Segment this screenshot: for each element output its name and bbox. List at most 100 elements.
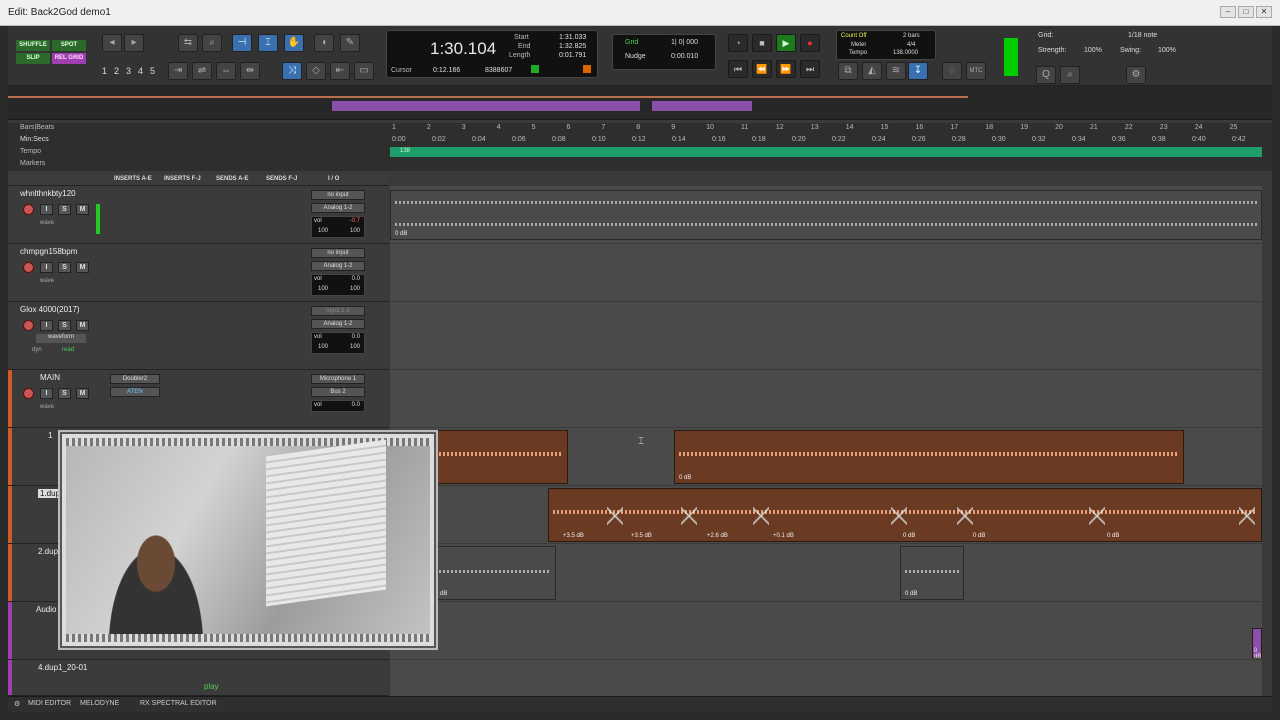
clip-gain[interactable]: 0 dB: [435, 591, 447, 597]
volume-pan-box[interactable]: vol -0.7 100 100: [311, 216, 365, 238]
keyboard-focus-icon[interactable]: ◇: [306, 62, 326, 80]
output-selector[interactable]: Analog 1-2: [311, 261, 365, 271]
crossfade[interactable]: [681, 489, 697, 541]
swing-value[interactable]: 100%: [1158, 47, 1176, 54]
zoom-preset-4[interactable]: 4: [135, 66, 146, 78]
trim-tool-icon[interactable]: ⊣: [232, 34, 252, 52]
track-whnlthnkbty120[interactable]: whnlthnkbty120 I S M wave no input Analo…: [8, 186, 388, 244]
track-name[interactable]: Audio 2: [36, 605, 63, 614]
output-selector[interactable]: Analog 1-2: [311, 203, 365, 213]
count-bars[interactable]: 2 bars: [903, 33, 920, 39]
dock-settings-icon[interactable]: ⚙: [14, 700, 20, 708]
crossfade[interactable]: [1239, 489, 1255, 541]
track-name[interactable]: MAIN: [40, 373, 60, 382]
track-glox-4000[interactable]: Glox 4000(2017) I S M waveform dyn read …: [8, 302, 388, 370]
view-selector[interactable]: wave: [40, 404, 54, 410]
zoom-preset-5[interactable]: 5: [147, 66, 158, 78]
input-monitor-button[interactable]: I: [40, 262, 53, 273]
lane-chmpgn158bpm[interactable]: [390, 244, 1262, 302]
midi-merge-icon[interactable]: ↧: [908, 62, 928, 80]
automation-mode[interactable]: read: [62, 347, 74, 353]
end-value[interactable]: 1:32.825: [559, 43, 586, 50]
track-name[interactable]: whnlthnkbty120: [20, 189, 76, 198]
quantize-icon[interactable]: Q: [1036, 66, 1056, 84]
audio-clip[interactable]: [430, 430, 568, 484]
clip-gain[interactable]: 0 dB: [973, 533, 985, 539]
clip-gain[interactable]: +3.5 dB: [563, 533, 584, 539]
record-button[interactable]: ●: [800, 34, 820, 52]
tab-rx-spectral-editor[interactable]: RX SPECTRAL EDITOR: [140, 700, 217, 707]
lane-1[interactable]: 0 dB ⌶: [390, 428, 1262, 486]
nudge-value[interactable]: 0:00.010: [671, 53, 698, 60]
grid-mode-button[interactable]: REL GRID: [52, 53, 86, 64]
length-value[interactable]: 0:01.791: [559, 52, 586, 59]
selector-tool-icon[interactable]: ⌶: [258, 34, 278, 52]
spot-mode-button[interactable]: SPOT: [52, 40, 86, 51]
automation-param[interactable]: dyn: [32, 347, 42, 353]
track-4-dup1[interactable]: 4.dup1_20-01: [8, 660, 388, 696]
solo-button[interactable]: S: [58, 388, 71, 399]
start-value[interactable]: 1:31.033: [559, 34, 586, 41]
input-monitor-button[interactable]: I: [40, 204, 53, 215]
clip-gain[interactable]: 0 dB: [1107, 533, 1119, 539]
zoom-preset-2[interactable]: 2: [111, 66, 122, 78]
conductor-icon[interactable]: ≋: [886, 62, 906, 80]
clip-gain[interactable]: +3.5 dB: [631, 533, 652, 539]
input-selector[interactable]: no input: [311, 248, 365, 258]
close-button[interactable]: ✕: [1256, 6, 1272, 18]
return-to-zero-button[interactable]: ⏮: [728, 60, 748, 78]
solo-button[interactable]: S: [58, 204, 71, 215]
pencil-tool-icon[interactable]: ✎: [340, 34, 360, 52]
crossfade[interactable]: [607, 489, 623, 541]
grid-label[interactable]: Grid: [625, 39, 638, 46]
lane-audio-2[interactable]: 0 dB: [390, 602, 1262, 660]
maximize-button[interactable]: □: [1238, 6, 1254, 18]
nudge-label[interactable]: Nudge: [625, 53, 646, 60]
input-monitor-button[interactable]: I: [40, 320, 53, 331]
minimize-button[interactable]: –: [1220, 6, 1236, 18]
shuffle-mode-button[interactable]: SHUFFLE: [16, 40, 50, 51]
record-arm-button[interactable]: [23, 320, 34, 331]
audio-clip[interactable]: +3.5 dB +3.5 dB +2.6 dB +0.1 dB 0 dB 0 d…: [548, 488, 1262, 542]
mtc-button[interactable]: MTC: [966, 62, 986, 80]
clip-gain[interactable]: 0 dB: [905, 591, 917, 597]
tempo-ruler-bar[interactable]: 138: [390, 147, 1262, 157]
q-grid-value[interactable]: 1/18 note: [1128, 32, 1157, 39]
mute-button[interactable]: M: [76, 320, 89, 331]
track-name[interactable]: 1: [48, 431, 52, 440]
meter-value[interactable]: 4/4: [907, 42, 915, 48]
input-selector[interactable]: Input 1-2: [311, 306, 365, 316]
link-track-icon[interactable]: ⇹: [240, 62, 260, 80]
record-arm-button[interactable]: [23, 204, 34, 215]
volume-pan-box[interactable]: vol 0.0 100 100: [311, 274, 365, 296]
mute-button[interactable]: M: [76, 262, 89, 273]
track-chmpgn158bpm[interactable]: chmpgn158bpm I S M wave no input Analog …: [8, 244, 388, 302]
mute-button[interactable]: M: [76, 204, 89, 215]
main-counter-time[interactable]: 1:30.104: [430, 39, 496, 59]
loop-icon[interactable]: ⧉: [838, 62, 858, 80]
lane-2-dup1[interactable]: 0 dB 0 dB: [390, 544, 1262, 602]
scrubber-tool-icon[interactable]: ◖: [314, 34, 334, 52]
solo-button[interactable]: S: [58, 262, 71, 273]
track-name[interactable]: 4.dup1_20-01: [38, 663, 87, 672]
track-name[interactable]: 2.dup1: [38, 547, 62, 556]
metronome-icon[interactable]: ◭: [862, 62, 882, 80]
waveform-view-icon[interactable]: ▭: [354, 62, 374, 80]
lane-main[interactable]: [390, 370, 1262, 428]
grid-value[interactable]: 1| 0| 000: [671, 39, 698, 46]
tab-to-transient-icon[interactable]: ⇥: [168, 62, 188, 80]
stop-button[interactable]: ■: [752, 34, 772, 52]
solo-button[interactable]: S: [58, 320, 71, 331]
clip-gain[interactable]: 0 dB: [679, 475, 691, 481]
crossfade[interactable]: [891, 489, 907, 541]
tempo-value[interactable]: 138.0000: [893, 50, 918, 56]
track-main[interactable]: MAIN I S M Doubler2 ATEfx wave Microphon…: [8, 370, 388, 428]
grabber-tool-icon[interactable]: ✋: [284, 34, 304, 52]
lane-whnlthnkbty120[interactable]: 0 dB: [390, 186, 1262, 244]
link-timeline-icon[interactable]: ⇔: [216, 62, 236, 80]
sync-icon[interactable]: ◌: [942, 62, 962, 80]
online-icon[interactable]: ◔: [728, 34, 748, 52]
zoomer-tool-icon[interactable]: ⌕: [202, 34, 222, 52]
zoom-in-horizontal-button[interactable]: ▸: [124, 34, 144, 52]
insertion-follows-icon[interactable]: ⇤: [330, 62, 350, 80]
